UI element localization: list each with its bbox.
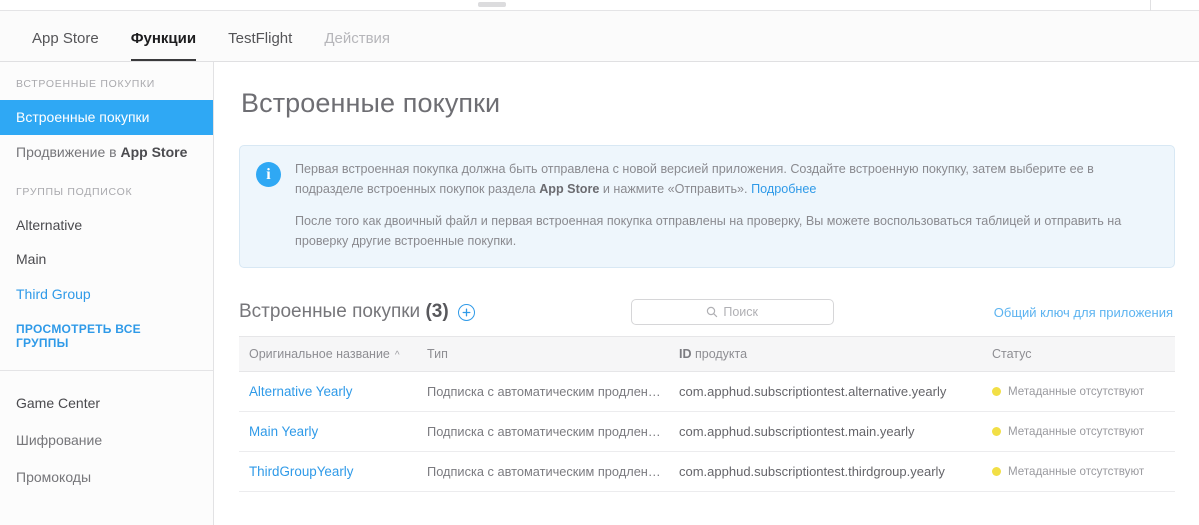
tab-features[interactable]: Функции [115, 31, 212, 61]
section-title: Встроенные покупки (3) [239, 301, 449, 323]
sidebar-item-third-group[interactable]: Third Group [0, 277, 213, 312]
status-badge: Метаданные отсутствуют [992, 465, 1167, 478]
cell-reference-name: ThirdGroupYearly [239, 451, 419, 493]
cell-status: Метаданные отсутствуют [984, 451, 1175, 493]
cell-product-id: com.apphud.subscriptiontest.main.yearly [671, 411, 984, 453]
in-app-purchase-link[interactable]: ThirdGroupYearly [249, 464, 353, 479]
sidebar-group-in-app-purchases: ВСТРОЕННЫЕ ПОКУПКИ Встроенные покупки Пр… [0, 62, 213, 170]
cell-status: Метаданные отсутствуют [984, 371, 1175, 413]
cutoff-element [478, 2, 506, 7]
sidebar-item-label-bold: App Store [120, 143, 188, 160]
table-section-header: Встроенные покупки (3) Поиск Общий ключ … [239, 294, 1175, 330]
app-store-connect-page: App Store Функции TestFlight Действия ВС… [0, 0, 1199, 525]
info-banner: i Первая встроенная покупка должна быть … [239, 145, 1175, 269]
status-label: Метаданные отсутствуют [1008, 465, 1145, 479]
sidebar-group-subscription-groups: ГРУППЫ ПОДПИСОК Alternative Main Third G… [0, 170, 213, 364]
column-header-reference-name-label: Оригинальное название [249, 347, 390, 362]
cell-product-id: com.apphud.subscriptiontest.alternative.… [671, 371, 984, 413]
in-app-purchase-link[interactable]: Main Yearly [249, 424, 318, 439]
status-dot-icon [992, 467, 1001, 477]
status-badge: Метаданные отсутствуют [992, 385, 1167, 398]
info-banner-app-store-bold: App Store [539, 181, 600, 196]
info-banner-paragraph-1: Первая встроенная покупка должна быть от… [295, 160, 1156, 199]
cell-reference-name: Main Yearly [239, 411, 419, 453]
sidebar: ВСТРОЕННЫЕ ПОКУПКИ Встроенные покупки Пр… [0, 62, 214, 525]
status-badge: Метаданные отсутствуют [992, 425, 1167, 438]
tab-activity[interactable]: Действия [308, 31, 406, 61]
sidebar-item-alternative[interactable]: Alternative [0, 208, 213, 243]
info-banner-learn-more-link[interactable]: Подробнее [751, 182, 816, 196]
info-banner-p1-part2: и нажмите «Отправить». [599, 181, 752, 196]
tab-testflight[interactable]: TestFlight [212, 31, 308, 61]
sort-ascending-icon: ^ [394, 350, 400, 362]
table-row[interactable]: Main Yearly Подписка с автоматическим пр… [239, 411, 1175, 453]
table-row[interactable]: Alternative Yearly Подписка с автоматиче… [239, 371, 1175, 413]
sidebar-item-in-app-purchases[interactable]: Встроенные покупки [0, 100, 213, 135]
table-header-row: Оригинальное название ^ Тип ID продукта С… [239, 336, 1175, 373]
search-icon [706, 306, 718, 318]
sidebar-view-all-groups-link[interactable]: ПРОСМОТРЕТЬ ВСЕ ГРУППЫ [0, 312, 213, 364]
column-header-product-id[interactable]: ID продукта [671, 336, 984, 373]
sidebar-item-game-center[interactable]: Game Center [0, 385, 213, 422]
status-dot-icon [992, 427, 1001, 437]
top-tab-bar: App Store Функции TestFlight Действия [0, 11, 1199, 62]
table-body: Alternative Yearly Подписка с автоматиче… [239, 371, 1175, 493]
column-header-reference-name[interactable]: Оригинальное название ^ [239, 336, 419, 373]
sidebar-group-other: Game Center Шифрование Промокоды [0, 371, 213, 495]
cell-status: Метаданные отсутствуют [984, 411, 1175, 453]
cell-reference-name: Alternative Yearly [239, 371, 419, 413]
sidebar-item-label-prefix: Продвижение в [16, 143, 121, 160]
status-dot-icon [992, 387, 1001, 397]
search-input[interactable]: Поиск [630, 299, 834, 326]
cell-product-id: com.apphud.subscriptiontest.thirdgroup.y… [671, 451, 984, 493]
column-header-status[interactable]: Статус [984, 336, 1175, 373]
sidebar-heading-subscription-groups: ГРУППЫ ПОДПИСОК [16, 185, 133, 198]
cell-type: Подписка с автоматическим продлением [419, 371, 671, 413]
column-header-product-id-rest: продукта [691, 347, 748, 362]
in-app-purchase-link[interactable]: Alternative Yearly [249, 384, 352, 399]
info-icon: i [256, 162, 281, 187]
column-header-type[interactable]: Тип [419, 336, 671, 373]
in-app-purchases-table: Оригинальное название ^ Тип ID продукта С… [239, 336, 1175, 493]
table-row[interactable]: ThirdGroupYearly Подписка с автоматическ… [239, 451, 1175, 493]
sidebar-item-promote-app-store[interactable]: Продвижение в App Store [0, 135, 213, 170]
table-header: Оригинальное название ^ Тип ID продукта С… [239, 336, 1175, 373]
section-title-text: Встроенные покупки [239, 301, 426, 323]
search-container: Поиск [630, 299, 834, 326]
cutoff-top-strip [0, 0, 1199, 11]
cell-type: Подписка с автоматическим продлением [419, 411, 671, 453]
sidebar-item-promo-codes[interactable]: Промокоды [0, 459, 213, 496]
sidebar-item-main[interactable]: Main [0, 242, 213, 277]
main-content: Встроенные покупки i Первая встроенная п… [215, 62, 1199, 525]
info-banner-paragraph-2: После того как двоичный файл и первая вс… [295, 214, 1122, 248]
page-title: Встроенные покупки [241, 88, 501, 118]
cell-type: Подписка с автоматическим продлением [419, 451, 671, 493]
tab-app-store[interactable]: App Store [16, 31, 115, 61]
sidebar-item-encryption[interactable]: Шифрование [0, 422, 213, 459]
section-title-count: (3) [425, 301, 449, 323]
tab-list: App Store Функции TestFlight Действия [0, 11, 1199, 61]
info-banner-text: Первая встроенная покупка должна быть от… [295, 160, 1156, 251]
add-in-app-purchase-button[interactable] [457, 303, 475, 321]
cutoff-divider [1150, 0, 1151, 11]
status-label: Метаданные отсутствуют [1008, 425, 1145, 439]
shared-secret-link[interactable]: Общий ключ для приложения [994, 305, 1175, 320]
column-header-product-id-bold: ID [679, 347, 692, 362]
status-label: Метаданные отсутствуют [1008, 385, 1145, 399]
sidebar-heading-in-app-purchases: ВСТРОЕННЫЕ ПОКУПКИ [16, 78, 156, 90]
search-placeholder: Поиск [723, 305, 758, 320]
